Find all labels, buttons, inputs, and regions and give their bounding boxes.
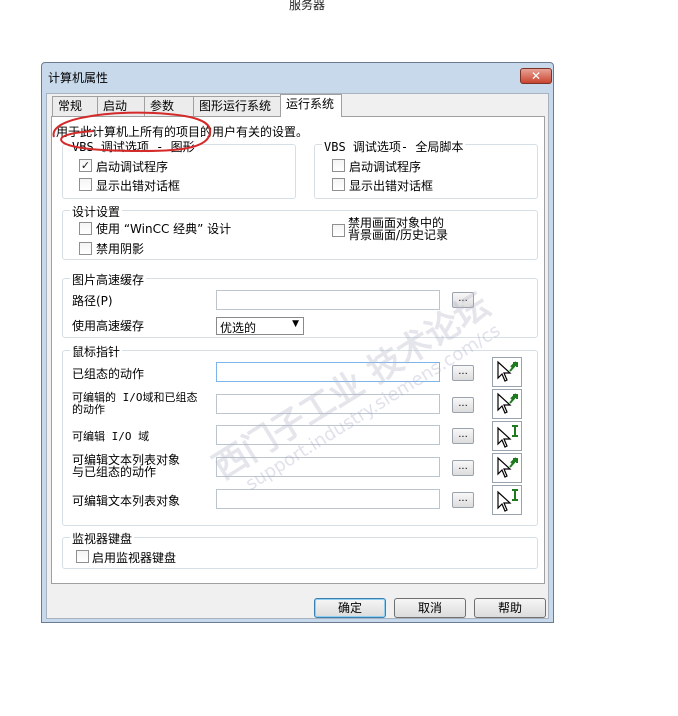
vbs-global-show-error-checkbox[interactable] [332,178,345,191]
help-button[interactable]: 帮助 [474,598,546,618]
tab-runtime[interactable]: 运行系统 [280,94,342,117]
pointer-preview-io-action-icon [492,389,522,419]
disable-shadow-checkbox[interactable] [79,242,92,255]
close-button[interactable]: ✕ [520,68,552,84]
pointer-preview-action-icon [492,357,522,387]
vbs-global-title: VBS 调试选项- 全局脚本 [322,138,466,155]
monitor-keyboard-checkbox[interactable] [76,550,89,563]
pointer-row-3-browse-button[interactable]: ... [452,428,474,444]
pointer-row-5-label: 可编辑文本列表对象 [72,494,181,508]
pointer-row-4-label: 可编辑文本列表对象 与已组态的动作 [72,454,180,478]
red-annotation-loop [52,111,212,153]
use-cache-label: 使用高速缓存 [72,319,145,333]
pointer-row-2-label: 可编辑的 I/O域和已组态 的动作 [72,392,198,416]
disable-screen-objects-checkbox[interactable] [332,224,345,237]
vbs-global-start-debugger-label: 启动调试程序 [349,160,422,174]
disable-screen-objects-label: 禁用画面对象中的 背景画面/历史记录 [348,217,448,241]
pointer-preview-textlist-action-icon [492,453,522,483]
disable-screen-objects-line2: 背景画面/历史记录 [348,228,449,242]
classic-design-label: 使用 “WinCC 经典” 设计 [96,222,232,236]
pointer-row-3-label: 可编辑 I/O 域 [72,430,150,443]
pointer-row-4-line2: 与已组态的动作 [72,465,157,479]
use-cache-select[interactable]: 优选的 ▼ [216,317,304,335]
pointer-row-5-browse-button[interactable]: ... [452,492,474,508]
pointer-row-2-line2: 的动作 [72,403,105,416]
pointer-preview-textlist-icon [492,485,522,515]
design-settings-title: 设计设置 [70,203,123,220]
vbs-global-show-error-label: 显示出错对话框 [349,179,434,193]
classic-design-checkbox[interactable] [79,222,92,235]
ok-button[interactable]: 确定 [314,598,386,618]
monitor-keyboard-title: 监视器键盘 [70,530,135,547]
vbs-graphics-show-error-label: 显示出错对话框 [96,179,181,193]
pointer-row-4-browse-button[interactable]: ... [452,460,474,476]
cache-path-input[interactable] [216,290,440,310]
title-bar[interactable]: 计算机属性 ✕ [42,63,553,91]
mouse-pointer-title: 鼠标指针 [70,343,123,360]
vbs-global-start-debugger-checkbox[interactable] [332,159,345,172]
cancel-button[interactable]: 取消 [394,598,466,618]
close-icon: ✕ [530,69,542,83]
vbs-graphics-show-error-checkbox[interactable] [79,178,92,191]
window-title: 计算机属性 [48,71,109,85]
image-cache-title: 图片高速缓存 [70,271,147,288]
use-cache-value: 优选的 [220,321,257,335]
runtime-panel: 用于此计算机上所有的项目的用户有关的设置。 VBS 调试选项 - 图形 ✓ 启动… [51,111,545,584]
top-label: 服务器 [289,0,326,12]
cache-path-label: 路径(P) [72,294,113,308]
pointer-row-5-input[interactable] [216,489,440,509]
pointer-row-2-browse-button[interactable]: ... [452,397,474,413]
disable-shadow-label: 禁用阴影 [96,242,145,256]
pointer-preview-io-field-icon [492,421,522,451]
computer-properties-dialog: 计算机属性 ✕ 常规 启动 参数 图形运行系统 运行系统 用于此计算机上所有的项… [41,62,554,623]
pointer-row-1-label: 已组态的动作 [72,367,145,381]
monitor-keyboard-label: 启用监视器键盘 [92,551,177,565]
dialog-client: 常规 启动 参数 图形运行系统 运行系统 用于此计算机上所有的项目的用户有关的设… [46,93,549,619]
chevron-down-icon: ▼ [292,319,299,329]
